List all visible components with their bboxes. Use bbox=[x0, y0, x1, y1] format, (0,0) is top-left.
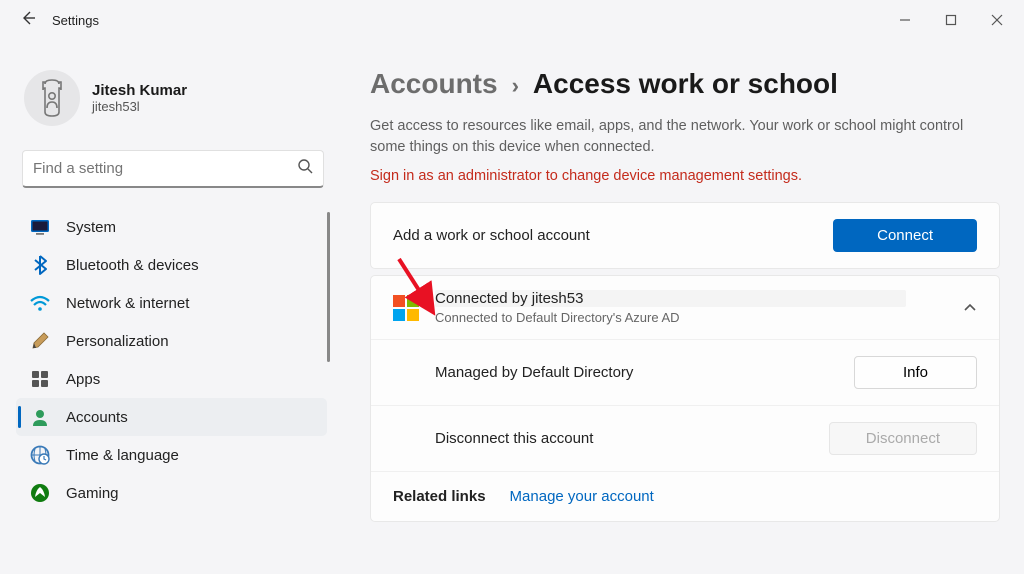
sidebar-item-label: Time & language bbox=[66, 447, 179, 464]
manage-account-link[interactable]: Manage your account bbox=[510, 488, 654, 505]
page-description: Get access to resources like email, apps… bbox=[370, 116, 1000, 158]
user-profile[interactable]: Jitesh Kumar jitesh53l bbox=[16, 60, 330, 150]
minimize-button[interactable] bbox=[882, 4, 928, 36]
sidebar-scrollbar[interactable] bbox=[327, 212, 330, 362]
apps-icon bbox=[30, 369, 50, 389]
breadcrumb-separator-icon: › bbox=[512, 73, 519, 99]
breadcrumb-current: Access work or school bbox=[533, 68, 838, 100]
sidebar-item-gaming[interactable]: Gaming bbox=[16, 474, 327, 512]
personalization-icon bbox=[30, 331, 50, 351]
account-header[interactable]: Connected by jitesh53 Connected to Defau… bbox=[371, 276, 999, 339]
account-title: Connected by jitesh53 bbox=[435, 290, 906, 307]
network-icon bbox=[30, 293, 50, 313]
add-account-card: Add a work or school account Connect bbox=[370, 202, 1000, 269]
managed-by-label: Managed by Default Directory bbox=[435, 364, 854, 381]
accounts-icon bbox=[30, 407, 50, 427]
sidebar: Jitesh Kumar jitesh53l System Bluetooth … bbox=[10, 40, 340, 574]
chevron-up-icon bbox=[963, 300, 977, 316]
window-title: Settings bbox=[52, 13, 99, 28]
gaming-icon bbox=[30, 483, 50, 503]
account-subtitle: Connected to Default Directory's Azure A… bbox=[435, 310, 947, 325]
sidebar-item-personalization[interactable]: Personalization bbox=[16, 322, 327, 360]
connected-account-card: Connected by jitesh53 Connected to Defau… bbox=[370, 275, 1000, 522]
search-input[interactable] bbox=[33, 160, 297, 177]
profile-name: Jitesh Kumar bbox=[92, 82, 187, 99]
sidebar-item-bluetooth[interactable]: Bluetooth & devices bbox=[16, 246, 327, 284]
system-icon bbox=[30, 217, 50, 237]
disconnect-button: Disconnect bbox=[829, 422, 977, 455]
sidebar-item-label: Personalization bbox=[66, 333, 169, 350]
sidebar-item-label: System bbox=[66, 219, 116, 236]
maximize-button[interactable] bbox=[928, 4, 974, 36]
admin-warning: Sign in as an administrator to change de… bbox=[370, 168, 1000, 184]
bluetooth-icon bbox=[30, 255, 50, 275]
search-icon bbox=[297, 158, 313, 179]
sidebar-item-time[interactable]: Time & language bbox=[16, 436, 327, 474]
nav-list: System Bluetooth & devices Network & int… bbox=[16, 208, 327, 512]
microsoft-logo-icon bbox=[393, 295, 419, 321]
back-button[interactable] bbox=[20, 10, 36, 31]
sidebar-item-system[interactable]: System bbox=[16, 208, 327, 246]
sidebar-item-label: Gaming bbox=[66, 485, 119, 502]
info-button[interactable]: Info bbox=[854, 356, 977, 389]
avatar bbox=[24, 70, 80, 126]
related-links-label: Related links bbox=[393, 488, 486, 505]
profile-subtitle: jitesh53l bbox=[92, 99, 187, 114]
close-button[interactable] bbox=[974, 4, 1020, 36]
disconnect-label: Disconnect this account bbox=[435, 430, 829, 447]
time-icon bbox=[30, 445, 50, 465]
sidebar-item-label: Bluetooth & devices bbox=[66, 257, 199, 274]
title-bar: Settings bbox=[0, 0, 1024, 40]
sidebar-item-label: Accounts bbox=[66, 409, 128, 426]
breadcrumb-parent[interactable]: Accounts bbox=[370, 68, 498, 100]
connect-button[interactable]: Connect bbox=[833, 219, 977, 252]
main-content: Accounts › Access work or school Get acc… bbox=[340, 40, 1008, 574]
sidebar-item-label: Network & internet bbox=[66, 295, 189, 312]
add-account-label: Add a work or school account bbox=[393, 227, 833, 244]
sidebar-item-apps[interactable]: Apps bbox=[16, 360, 327, 398]
sidebar-item-accounts[interactable]: Accounts bbox=[16, 398, 327, 436]
sidebar-item-network[interactable]: Network & internet bbox=[16, 284, 327, 322]
search-box[interactable] bbox=[22, 150, 324, 188]
breadcrumb: Accounts › Access work or school bbox=[370, 68, 1000, 100]
sidebar-item-label: Apps bbox=[66, 371, 100, 388]
